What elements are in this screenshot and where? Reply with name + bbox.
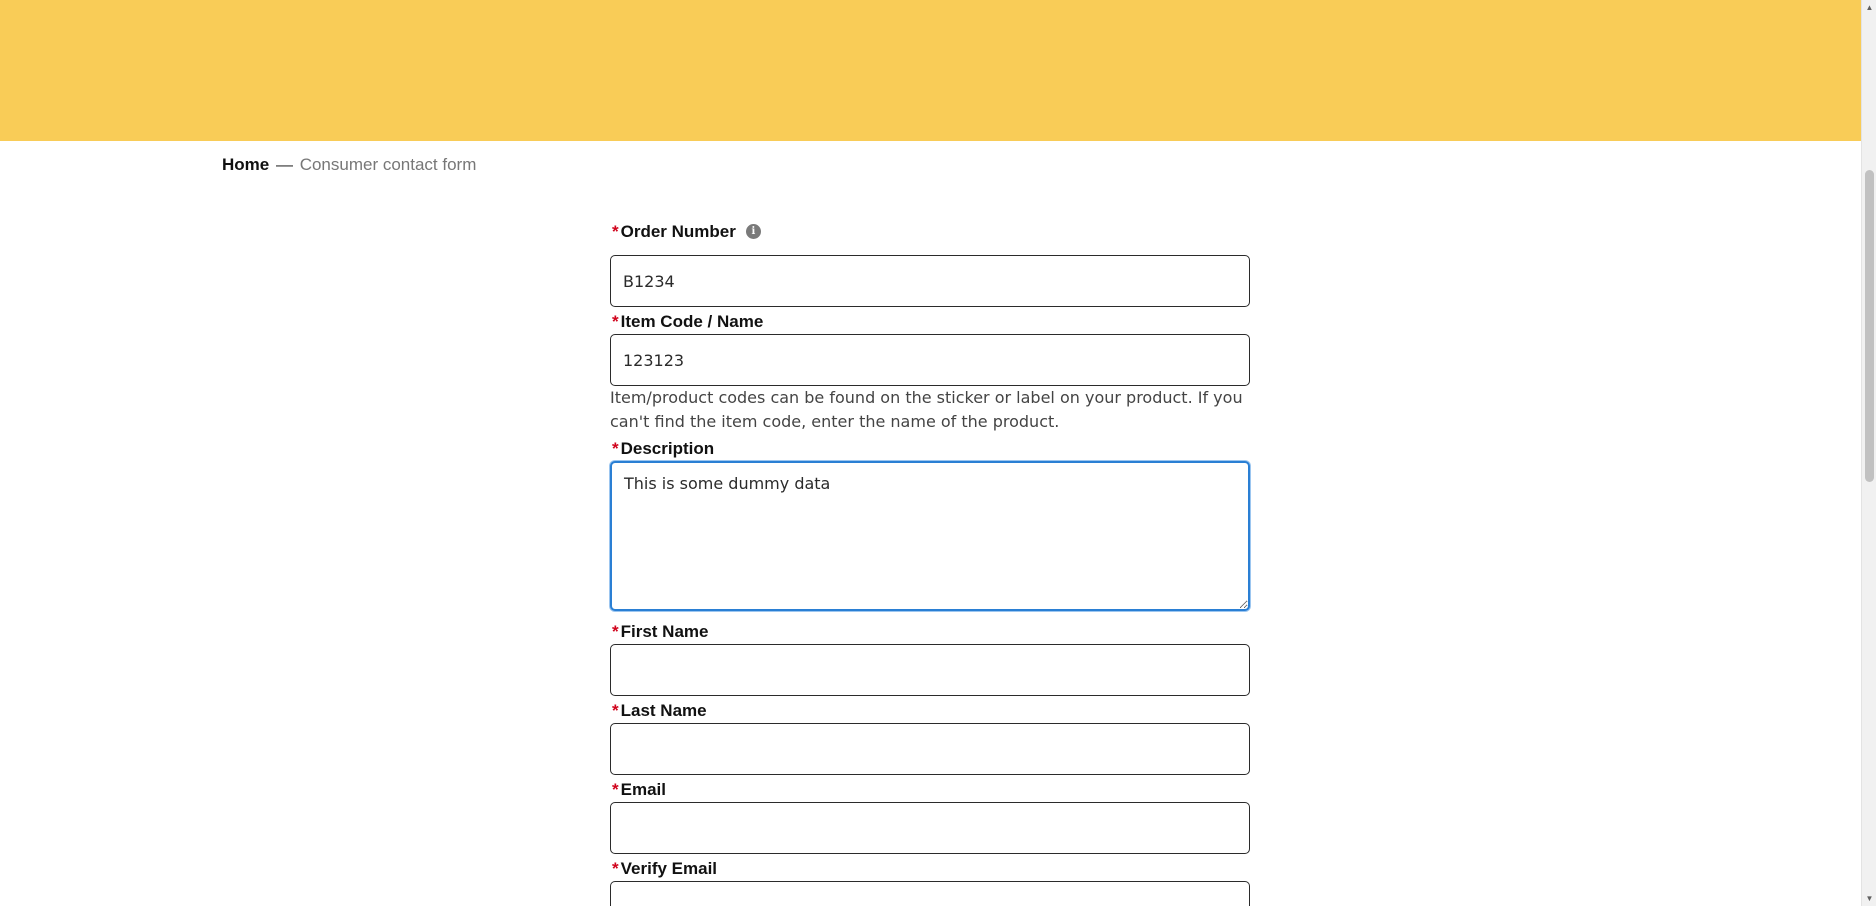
breadcrumb: Home — Consumer contact form xyxy=(222,155,476,175)
verify-email-input[interactable] xyxy=(610,881,1250,906)
item-code-label-text: Item Code / Name xyxy=(620,312,764,331)
order-number-label: * Order Number i xyxy=(612,222,761,242)
scrollbar-thumb[interactable] xyxy=(1865,170,1874,482)
header-banner xyxy=(0,0,1861,141)
breadcrumb-current: Consumer contact form xyxy=(299,155,477,174)
last-name-input[interactable] xyxy=(610,723,1250,775)
scroll-up-icon[interactable]: ▲ xyxy=(1862,0,1876,15)
required-marker: * xyxy=(612,222,619,241)
order-number-input[interactable] xyxy=(610,255,1250,307)
first-name-input[interactable] xyxy=(610,644,1250,696)
item-code-label: * Item Code / Name xyxy=(612,312,763,332)
item-code-input[interactable] xyxy=(610,334,1250,386)
email-label-text: Email xyxy=(620,780,666,799)
email-label: * Email xyxy=(612,780,666,800)
verify-email-label-text: Verify Email xyxy=(620,859,718,878)
order-number-label-text: Order Number xyxy=(620,222,736,241)
page: Home — Consumer contact form * Order Numb… xyxy=(0,0,1876,906)
last-name-label-text: Last Name xyxy=(620,701,707,720)
item-code-help-text: Item/product codes can be found on the s… xyxy=(610,388,1243,431)
description-textarea[interactable]: This is some dummy data xyxy=(610,461,1250,611)
description-label-text: Description xyxy=(620,439,715,458)
required-marker: * xyxy=(612,439,619,458)
description-label: * Description xyxy=(612,439,714,459)
required-marker: * xyxy=(612,312,619,331)
vertical-scrollbar[interactable]: ▲ ▼ xyxy=(1861,0,1876,906)
email-input[interactable] xyxy=(610,802,1250,854)
first-name-label: * First Name xyxy=(612,622,709,642)
required-marker: * xyxy=(612,701,619,720)
required-marker: * xyxy=(612,859,619,878)
verify-email-label: * Verify Email xyxy=(612,859,717,879)
info-icon[interactable]: i xyxy=(745,224,761,240)
breadcrumb-separator: — xyxy=(275,155,293,174)
first-name-label-text: First Name xyxy=(620,622,709,641)
last-name-label: * Last Name xyxy=(612,701,707,721)
required-marker: * xyxy=(612,622,619,641)
breadcrumb-home-link[interactable]: Home xyxy=(222,155,269,174)
required-marker: * xyxy=(612,780,619,799)
scroll-down-icon[interactable]: ▼ xyxy=(1862,891,1876,906)
